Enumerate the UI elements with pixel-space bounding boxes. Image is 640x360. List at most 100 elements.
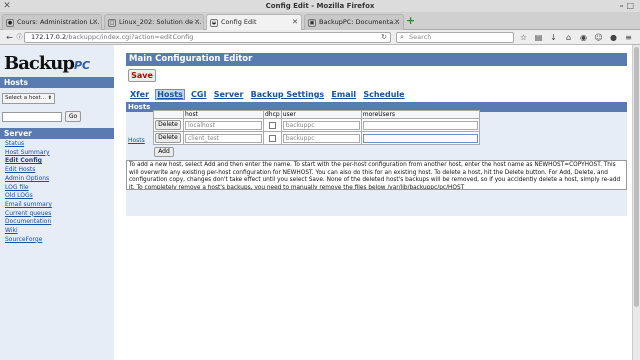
tab-cgi[interactable]: CGI (190, 90, 207, 99)
hosts-help-link[interactable]: Hosts (128, 137, 145, 144)
search-input[interactable]: ⌕ Search (396, 32, 514, 43)
tab-label: Linux_202: Solution de ... (119, 18, 202, 26)
dhcp-cell (263, 131, 282, 145)
moreusers-cell (360, 118, 480, 132)
sync-icon[interactable]: ☺ (594, 33, 603, 42)
user-cell: backuppc (280, 118, 362, 132)
delete-button[interactable]: Delete (155, 120, 181, 130)
window-controls[interactable]: –□ (619, 0, 637, 12)
sidebar-link-edit-hosts[interactable]: Edit Hosts (5, 166, 52, 175)
sidebar-link-host-summary[interactable]: Host Summary (5, 149, 52, 158)
sidebar-link-edit-config[interactable]: Edit Config (5, 157, 52, 166)
hosts-help-text: To add a new host, select Add and then e… (126, 160, 627, 190)
sidebar-link-documentation[interactable]: Documentation (5, 218, 52, 227)
tab-label: Config Edit (221, 18, 257, 26)
page-scrollbar[interactable] (632, 45, 640, 360)
delete-button[interactable]: Delete (155, 133, 181, 143)
tab-close-icon[interactable]: ✕ (394, 15, 400, 30)
chat-icon[interactable]: ● (609, 33, 618, 42)
scrollbar-thumb[interactable] (634, 47, 639, 307)
sidebar-link-sourceforge[interactable]: SourceForge (5, 236, 52, 245)
navigation-toolbar: ← ⓘ 172.17.0.2/backuppc/index.cgi?action… (0, 30, 640, 45)
save-button[interactable]: Save (128, 69, 156, 82)
reload-icon[interactable]: ↻ (381, 33, 387, 42)
table-row: Delete client_test backuppc (153, 131, 480, 145)
sidebar-link-current-queues[interactable]: Current queues (5, 210, 52, 219)
table-header-row: host dhcp user moreUsers (153, 110, 480, 119)
browser-tab-3[interactable]: ◒ Config Edit ✕ (206, 14, 302, 31)
tab-xfer[interactable]: Xfer (129, 90, 150, 99)
downloads-icon[interactable]: ↓ (549, 33, 558, 42)
moreusers-field[interactable] (362, 120, 478, 130)
column-header-moreusers: moreUsers (360, 110, 480, 119)
tab-email[interactable]: Email (330, 90, 357, 99)
column-header-user: user (280, 110, 362, 119)
host-field[interactable]: localhost (185, 120, 262, 130)
home-icon[interactable]: ⌂ (564, 33, 573, 42)
sidebar-link-admin-options[interactable]: Admin Options (5, 175, 52, 184)
sidebar-link-old-logs[interactable]: Old LOGs (5, 192, 52, 201)
host-field[interactable]: client_test (185, 133, 262, 143)
search-placeholder: Search (409, 33, 432, 41)
delete-cell: Delete (153, 118, 184, 132)
delete-cell: Delete (153, 131, 184, 145)
pocket-icon[interactable]: ◉ (579, 33, 588, 42)
column-header-host: host (183, 110, 264, 119)
browser-tab-4[interactable]: ▣ BackupPC: Documenta... ✕ (304, 14, 404, 30)
tab-server[interactable]: Server (213, 90, 245, 99)
chevron-down-icon: ⬍ (47, 95, 52, 101)
page-content: BackupPC Hosts Select a host... ⬍ Go Ser… (0, 45, 632, 360)
window-titlebar: ✕ Config Edit - Mozilla Firefox –□ (0, 0, 640, 12)
tab-hosts[interactable]: Hosts (155, 89, 185, 100)
reading-list-icon[interactable]: ▤ (534, 33, 543, 42)
bookmark-star-icon[interactable]: ☆ (519, 33, 528, 42)
sidebar-server-header: Server (0, 128, 114, 139)
backuppc-favicon-icon: ▣ (308, 19, 316, 27)
user-field[interactable]: backuppc (282, 133, 360, 143)
search-icon: ⌕ (400, 33, 404, 41)
go-button[interactable]: Go (65, 111, 81, 122)
server-nav-links: Status Host Summary Edit Config Edit Hos… (5, 140, 52, 244)
logo-pc-text: PC (73, 59, 91, 72)
sidebar-link-email-summary[interactable]: Email summary (5, 201, 52, 210)
backuppc-logo[interactable]: BackupPC (4, 53, 90, 75)
dhcp-checkbox[interactable] (268, 134, 276, 142)
browser-tab-2[interactable]: □ Linux_202: Solution de ... ✕ (104, 14, 204, 30)
user-field[interactable]: backuppc (282, 120, 360, 130)
url-host: 172.17.0.2 (31, 33, 67, 41)
host-select-dropdown[interactable]: Select a host... ⬍ (2, 93, 55, 104)
sidebar-link-log-file[interactable]: LOG file (5, 184, 52, 193)
host-cell: localhost (183, 118, 264, 132)
tab-schedule[interactable]: Schedule (362, 90, 405, 99)
tab-close-icon[interactable]: ✕ (194, 15, 200, 30)
main-config-editor: Main Configuration Editor Save Xfer Host… (126, 53, 627, 216)
dhcp-cell (263, 118, 282, 132)
logo-backup-text: Backup (4, 53, 75, 74)
browser-tab-1[interactable]: ● Cours: Administration L... ✕ (2, 14, 102, 30)
table-row: Delete localhost backuppc (153, 118, 480, 132)
url-bar[interactable]: 172.17.0.2/backuppc/index.cgi?action=edi… (24, 32, 391, 43)
dhcp-checkbox[interactable] (268, 121, 276, 129)
window-close-icon[interactable]: ✕ (2, 1, 12, 11)
sidebar-hosts-header: Hosts (0, 77, 114, 88)
tab-label: Cours: Administration L... (17, 18, 100, 26)
window-title: Config Edit - Mozilla Firefox (265, 2, 375, 10)
url-path: /backuppc/index.cgi?action=editConfig (66, 33, 194, 41)
tab-close-icon[interactable]: ✕ (92, 15, 98, 30)
page-favicon-icon: □ (108, 19, 116, 27)
tab-label: BackupPC: Documenta... (319, 18, 400, 26)
host-name-input[interactable] (2, 112, 62, 122)
hosts-table: host dhcp user moreUsers Delete localhos… (153, 110, 480, 145)
tab-close-icon[interactable]: ✕ (292, 15, 298, 30)
moreusers-field[interactable] (362, 133, 478, 143)
tab-backup-settings[interactable]: Backup Settings (250, 90, 326, 99)
menu-hamburger-icon[interactable]: ≡ (624, 33, 633, 42)
new-tab-plus-icon[interactable]: + (406, 15, 416, 26)
moreusers-cell (360, 131, 480, 145)
sidebar-link-wiki[interactable]: Wiki (5, 227, 52, 236)
column-header-dhcp: dhcp (263, 110, 282, 119)
user-cell: backuppc (280, 131, 362, 145)
add-host-button[interactable]: Add (154, 147, 174, 157)
sidebar-link-status[interactable]: Status (5, 140, 52, 149)
moodle-favicon-icon: ● (6, 19, 14, 27)
